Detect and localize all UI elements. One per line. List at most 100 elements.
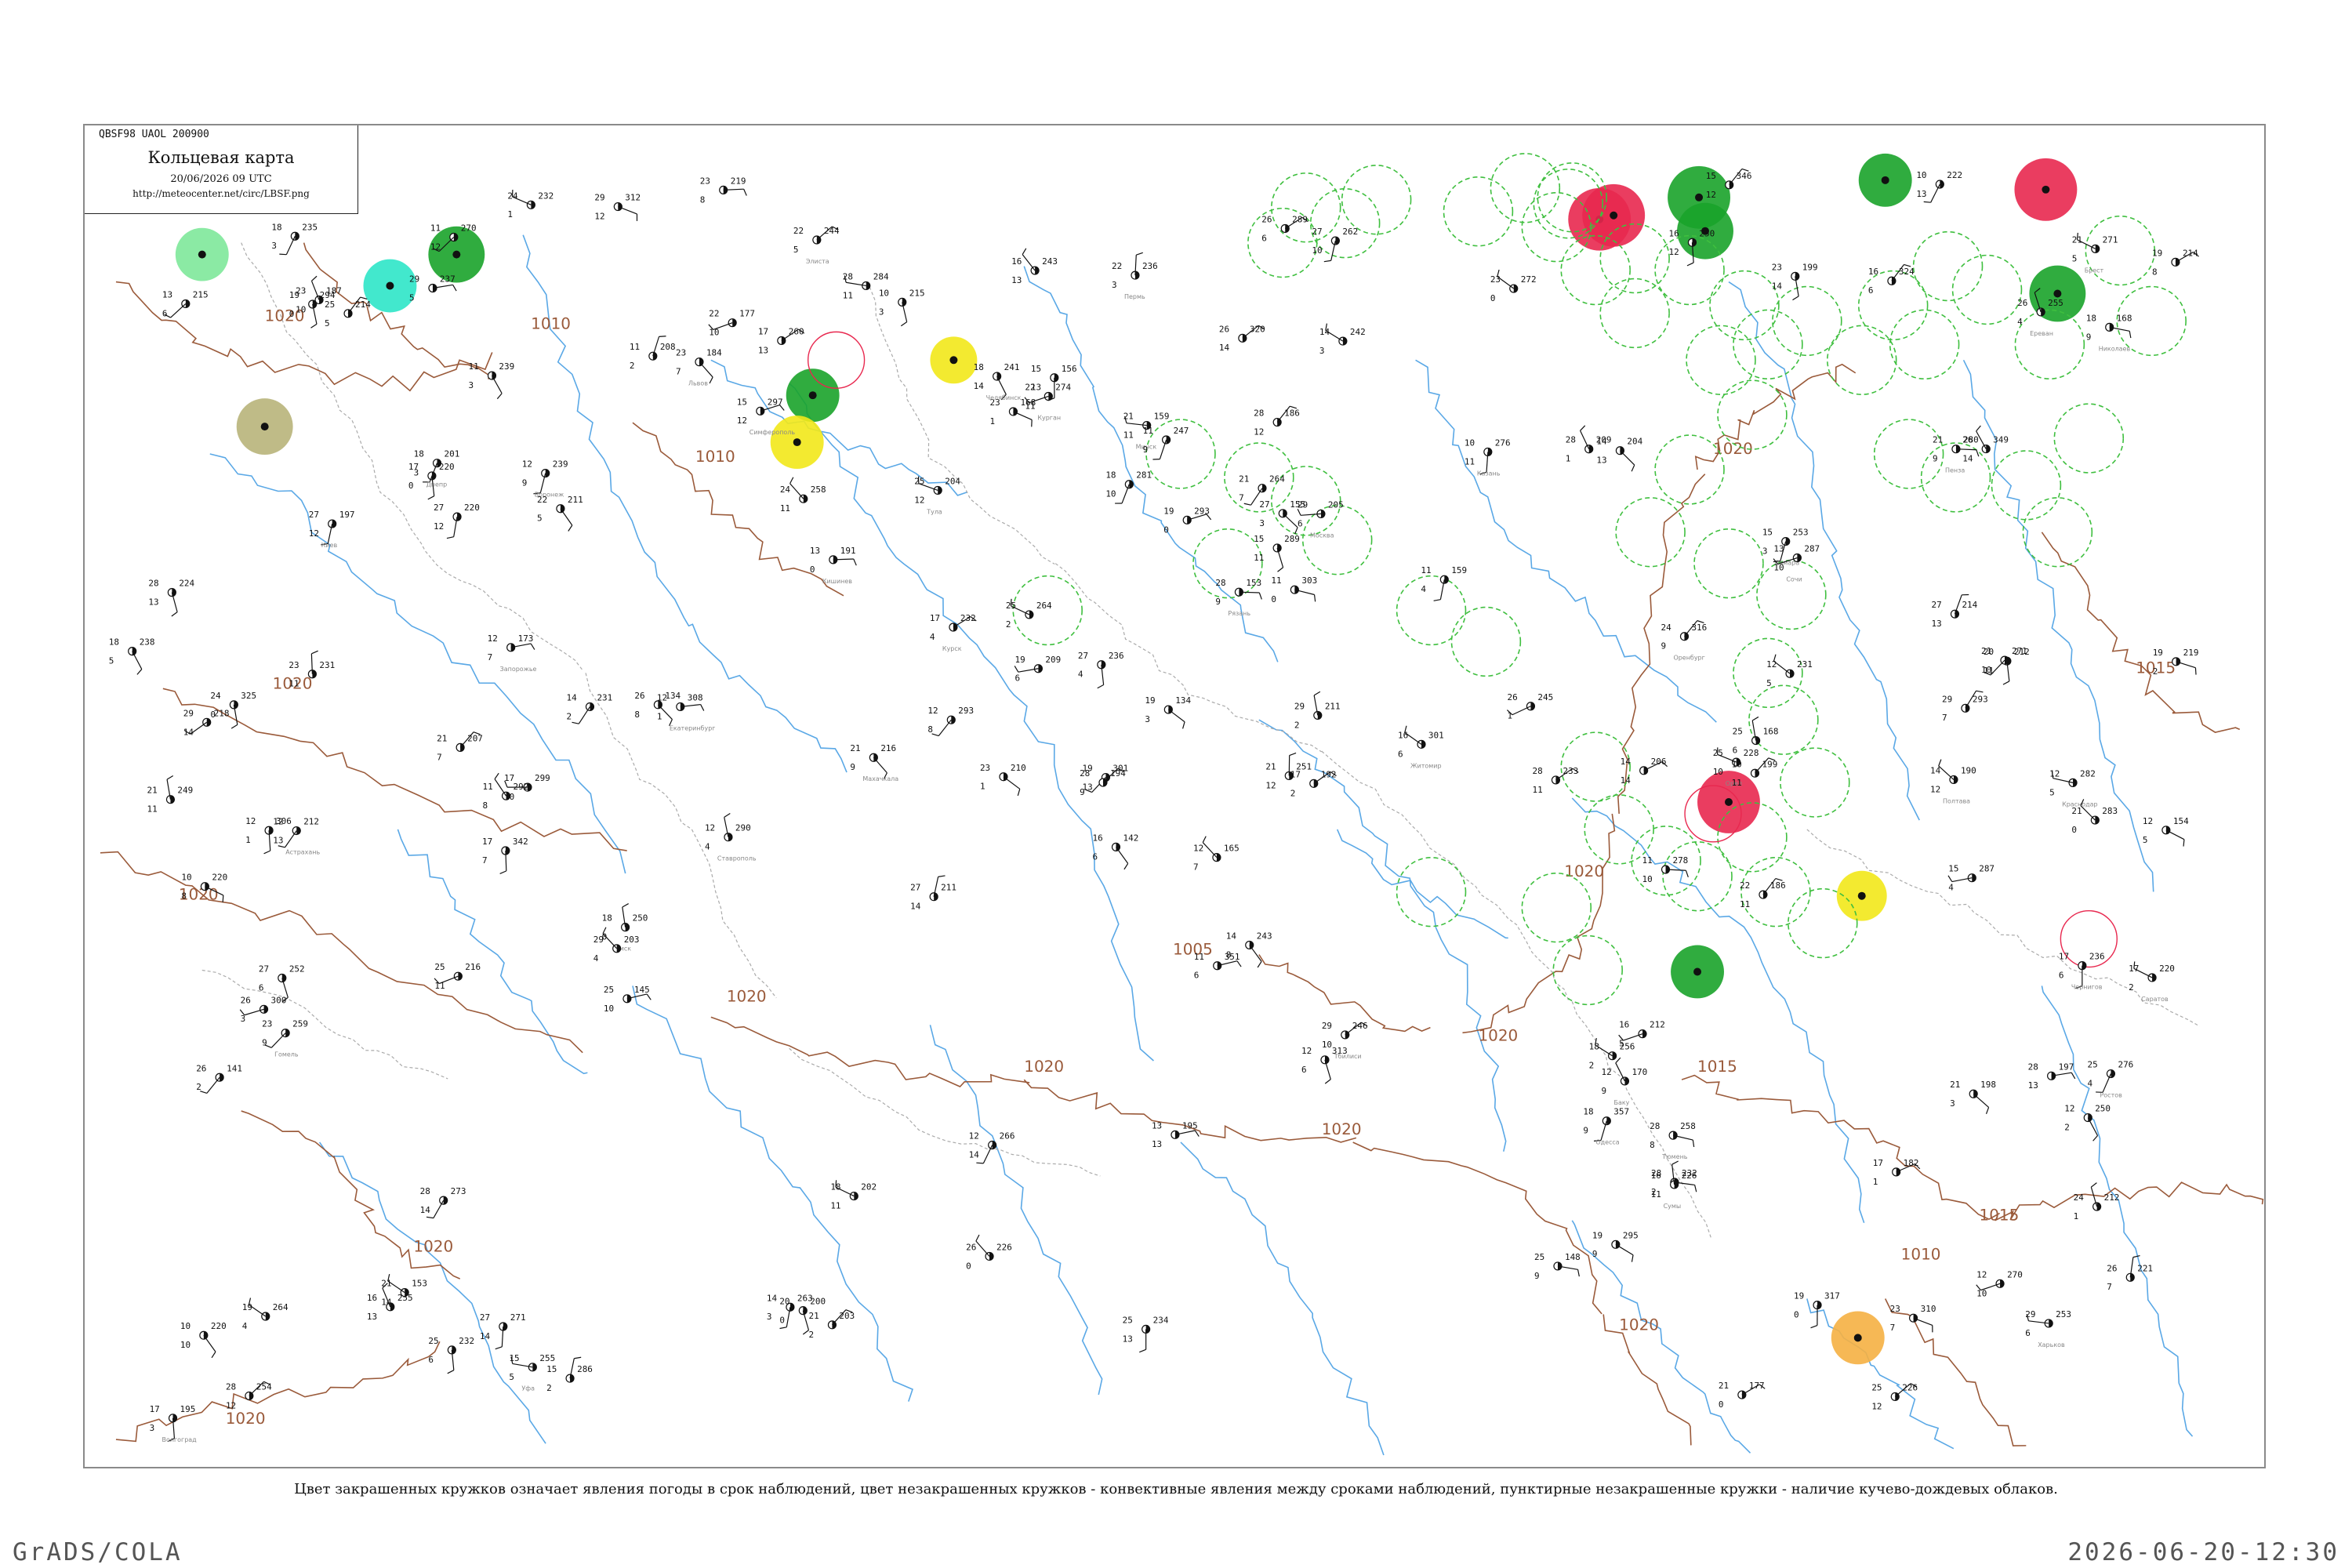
- station: 182 17 1: [1873, 1158, 1921, 1187]
- dewpoint-value: 2: [1290, 788, 1296, 798]
- station-name: Гомель: [274, 1051, 299, 1058]
- station: 246 29 10Тбилиси: [1322, 1021, 1368, 1060]
- pressure-value: 231: [1797, 659, 1813, 670]
- pressure-value: 264: [1036, 601, 1052, 611]
- wind-barb: [996, 376, 1007, 395]
- dewpoint-value: 14: [420, 1205, 431, 1215]
- dewpoint-value: 3: [879, 307, 884, 317]
- station: 215 13 6: [162, 289, 209, 318]
- dewpoint-value: 13: [1031, 383, 1041, 393]
- cb-circle: [1740, 857, 1811, 927]
- dewpoint-value: 12: [309, 528, 319, 539]
- wind-feather: [1297, 508, 1301, 516]
- river-2: [789, 383, 1154, 1062]
- pressure-value: 324: [1899, 267, 1915, 277]
- station-name: Курган: [1037, 414, 1061, 421]
- temperature-value: 19: [2152, 248, 2162, 258]
- pressure-value: 293: [1194, 506, 1210, 516]
- pressure-value: 195: [180, 1404, 196, 1414]
- temperature-value: 26: [634, 691, 644, 701]
- pressure-value: 303: [1301, 575, 1317, 586]
- station: 249 21 11: [147, 775, 193, 815]
- station: 211 22 5: [537, 495, 583, 532]
- station-name: Кишинев: [822, 578, 852, 585]
- dewpoint-value: 7: [2107, 1282, 2112, 1292]
- temperature-value: 25: [428, 1336, 438, 1346]
- cb-circle: [1780, 747, 1850, 818]
- station-name: Днепр: [426, 481, 448, 488]
- dewpoint-value: 6: [1093, 851, 1098, 862]
- wind-feather: [499, 870, 507, 875]
- pressure-value: 270: [2007, 1269, 2023, 1279]
- pressure-value: 293: [1973, 694, 1988, 704]
- pressure-value: 182: [1904, 1158, 1919, 1168]
- pressure-value: 216: [465, 962, 481, 972]
- dewpoint-value: 10: [1312, 245, 1322, 256]
- wind-feather: [2090, 1182, 2097, 1188]
- dewpoint-value: 12: [434, 521, 444, 532]
- pressure-value: 320: [1250, 324, 1265, 334]
- dewpoint-value: 5: [409, 292, 415, 303]
- temperature-value: 19: [1014, 655, 1025, 665]
- cb-circle: [1991, 450, 2062, 521]
- dewpoint-value: 9: [522, 478, 528, 488]
- pressure-value: 170: [1632, 1067, 1647, 1077]
- dewpoint-value: 3: [414, 468, 419, 478]
- temperature-value: 25: [1733, 727, 1743, 737]
- isobar-label: 1015: [1980, 1206, 2020, 1225]
- dewpoint-value: 3: [241, 1014, 246, 1024]
- temperature-value: 12: [1193, 844, 1203, 854]
- station-dot: [2053, 289, 2062, 298]
- wind-barb: [1580, 430, 1590, 449]
- temperature-value: 26: [966, 1242, 976, 1252]
- pressure-value: 255: [539, 1353, 555, 1363]
- station-name: Львов: [688, 380, 708, 387]
- station: 242 14 3: [1319, 323, 1366, 356]
- temperature-value: 21: [1123, 412, 1134, 422]
- station: 177 21 0: [1719, 1381, 1766, 1410]
- pressure-value: 250: [1699, 228, 1715, 238]
- isobar-2: [100, 851, 583, 1054]
- pressure-value: 226: [1682, 1171, 1697, 1181]
- dewpoint-value: 1: [1873, 1177, 1878, 1187]
- dewpoint-value: 3: [1950, 1098, 1955, 1109]
- station-name: Курск: [942, 645, 962, 652]
- station: 220 27 12: [434, 503, 480, 539]
- temperature-value: 26: [196, 1063, 206, 1073]
- station: 165 12 7: [1193, 836, 1240, 873]
- wind-feather: [427, 495, 435, 500]
- map-url[interactable]: http://meteocenter.net/circ/LBSF.png: [85, 188, 358, 199]
- river-16: [710, 359, 967, 496]
- temperature-value: 26: [1219, 324, 1229, 334]
- pressure-value: 210: [1011, 763, 1026, 773]
- temperature-value: 21: [2072, 234, 2082, 245]
- wind-feather: [2132, 1254, 2140, 1258]
- temperature-value: 27: [1259, 499, 1269, 510]
- wind-barb: [491, 375, 503, 394]
- dewpoint-value: 8: [634, 710, 640, 720]
- cb-circle: [1271, 172, 1341, 243]
- dewpoint-value: 3: [1762, 546, 1768, 557]
- dewpoint-value: 1: [980, 782, 985, 792]
- pressure-value: 287: [1804, 544, 1820, 554]
- pressure-value: 214: [2183, 248, 2198, 258]
- station: 222 10 13: [1916, 170, 1962, 203]
- wind-feather: [1792, 296, 1799, 301]
- station-name: Оренбург: [1673, 655, 1704, 662]
- dewpoint-value: 1: [657, 711, 662, 721]
- station-name: Одесса: [1595, 1139, 1619, 1146]
- isobar-label: 1010: [531, 314, 571, 332]
- pressure-value: 284: [873, 271, 889, 281]
- station: 154 12 5: [2143, 816, 2189, 847]
- dewpoint-value: 12: [1706, 190, 1716, 200]
- temperature-value: 16: [367, 1293, 377, 1303]
- temperature-value: 12: [2064, 1104, 2074, 1114]
- station-dot: [2042, 185, 2050, 194]
- dewpoint-value: 7: [1193, 862, 1199, 873]
- river-10: [632, 985, 913, 1402]
- cb-circle: [1889, 309, 1960, 380]
- dewpoint-value: 3: [1112, 280, 1117, 290]
- temperature-value: 29: [1294, 701, 1305, 711]
- dewpoint-value: 14: [381, 1298, 392, 1308]
- dewpoint-value: 1: [2074, 1211, 2079, 1221]
